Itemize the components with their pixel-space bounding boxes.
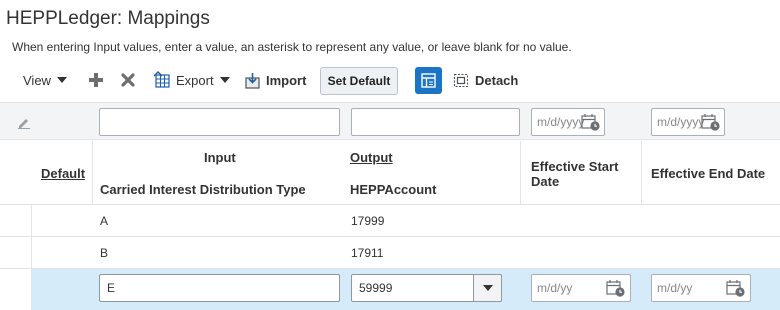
row-gutter <box>0 237 32 269</box>
detach-label: Detach <box>475 72 519 88</box>
input-column-header[interactable]: Carried Interest Distribution Type <box>100 182 306 197</box>
calendar-icon[interactable] <box>581 113 601 131</box>
end-date-filter-placeholder: m/d/yyyy <box>657 115 705 129</box>
detach-icon <box>453 73 469 88</box>
mappings-table: m/d/yyyy m/d/yyyy Default Input Carried … <box>0 102 780 310</box>
end-date-placeholder: m/d/yy <box>657 281 693 295</box>
page-title: HEPPLedger: Mappings <box>6 8 210 29</box>
import-button[interactable]: Import <box>244 64 306 96</box>
output-value-text: 59999 <box>359 281 393 295</box>
input-value-text: E <box>107 281 116 295</box>
column-divider <box>641 141 642 205</box>
end-date-field[interactable]: m/d/yy <box>651 274 751 302</box>
row-gutter <box>0 205 32 237</box>
input-cell: B <box>100 246 109 260</box>
instructions-text: When entering Input values, enter a valu… <box>12 40 572 54</box>
start-date-field[interactable]: m/d/yy <box>531 274 631 302</box>
input-filter[interactable] <box>99 108 340 136</box>
toolbar: View Export Import Set Default Detach <box>0 64 780 98</box>
edit-pencil-icon <box>17 115 31 134</box>
input-group-header: Input <box>204 150 236 165</box>
export-label: Export <box>176 72 214 88</box>
view-menu-label: View <box>23 72 51 88</box>
detach-button[interactable]: Detach <box>453 64 518 96</box>
plus-icon <box>89 73 103 87</box>
calendar-icon[interactable] <box>726 279 746 297</box>
table-row[interactable]: A 17999 <box>0 205 780 237</box>
default-column-header[interactable]: Default <box>41 166 85 181</box>
calendar-icon[interactable] <box>701 113 721 131</box>
output-group-header[interactable]: Output <box>350 150 393 165</box>
import-label: Import <box>266 72 307 88</box>
column-divider <box>92 141 93 205</box>
table-header: Default Input Carried Interest Distribut… <box>0 141 780 205</box>
delete-button[interactable] <box>120 64 136 96</box>
start-date-filter[interactable]: m/d/yyyy <box>531 108 605 136</box>
export-menu[interactable]: Export <box>153 64 230 96</box>
output-column-header[interactable]: HEPPAccount <box>350 182 436 197</box>
caret-down-icon <box>56 77 67 83</box>
end-date-header[interactable]: Effective End Date <box>651 166 765 181</box>
set-default-button[interactable]: Set Default <box>320 67 398 95</box>
start-date-filter-placeholder: m/d/yyyy <box>537 115 585 129</box>
freeze-columns-icon <box>421 73 436 88</box>
table-row[interactable]: B 17911 <box>0 237 780 269</box>
freeze-button[interactable] <box>415 67 442 94</box>
add-button[interactable] <box>88 64 104 96</box>
export-spreadsheet-icon <box>153 71 170 88</box>
start-date-header-line1[interactable]: Effective Start <box>531 159 618 174</box>
output-value-combobox[interactable]: 59999 <box>351 274 502 302</box>
output-cell: 17911 <box>351 246 384 260</box>
view-menu[interactable]: View <box>23 64 67 96</box>
input-value-field[interactable]: E <box>99 274 340 302</box>
output-filter[interactable] <box>351 108 520 136</box>
calendar-icon[interactable] <box>606 279 626 297</box>
close-icon <box>121 73 135 87</box>
input-cell: A <box>100 214 109 228</box>
row-gutter <box>0 269 32 310</box>
caret-down-icon <box>482 285 493 291</box>
filter-row: m/d/yyyy m/d/yyyy <box>0 102 780 140</box>
selected-table-row[interactable]: E 59999 m/d/yy m/d/yy <box>0 269 780 310</box>
column-divider <box>520 141 521 205</box>
output-cell: 17999 <box>351 214 385 228</box>
end-date-filter[interactable]: m/d/yyyy <box>651 108 725 136</box>
output-dropdown-button[interactable] <box>473 274 502 302</box>
start-date-header-line2: Date <box>531 174 560 189</box>
start-date-placeholder: m/d/yy <box>537 281 573 295</box>
caret-down-icon <box>219 77 230 83</box>
import-icon <box>245 72 260 89</box>
